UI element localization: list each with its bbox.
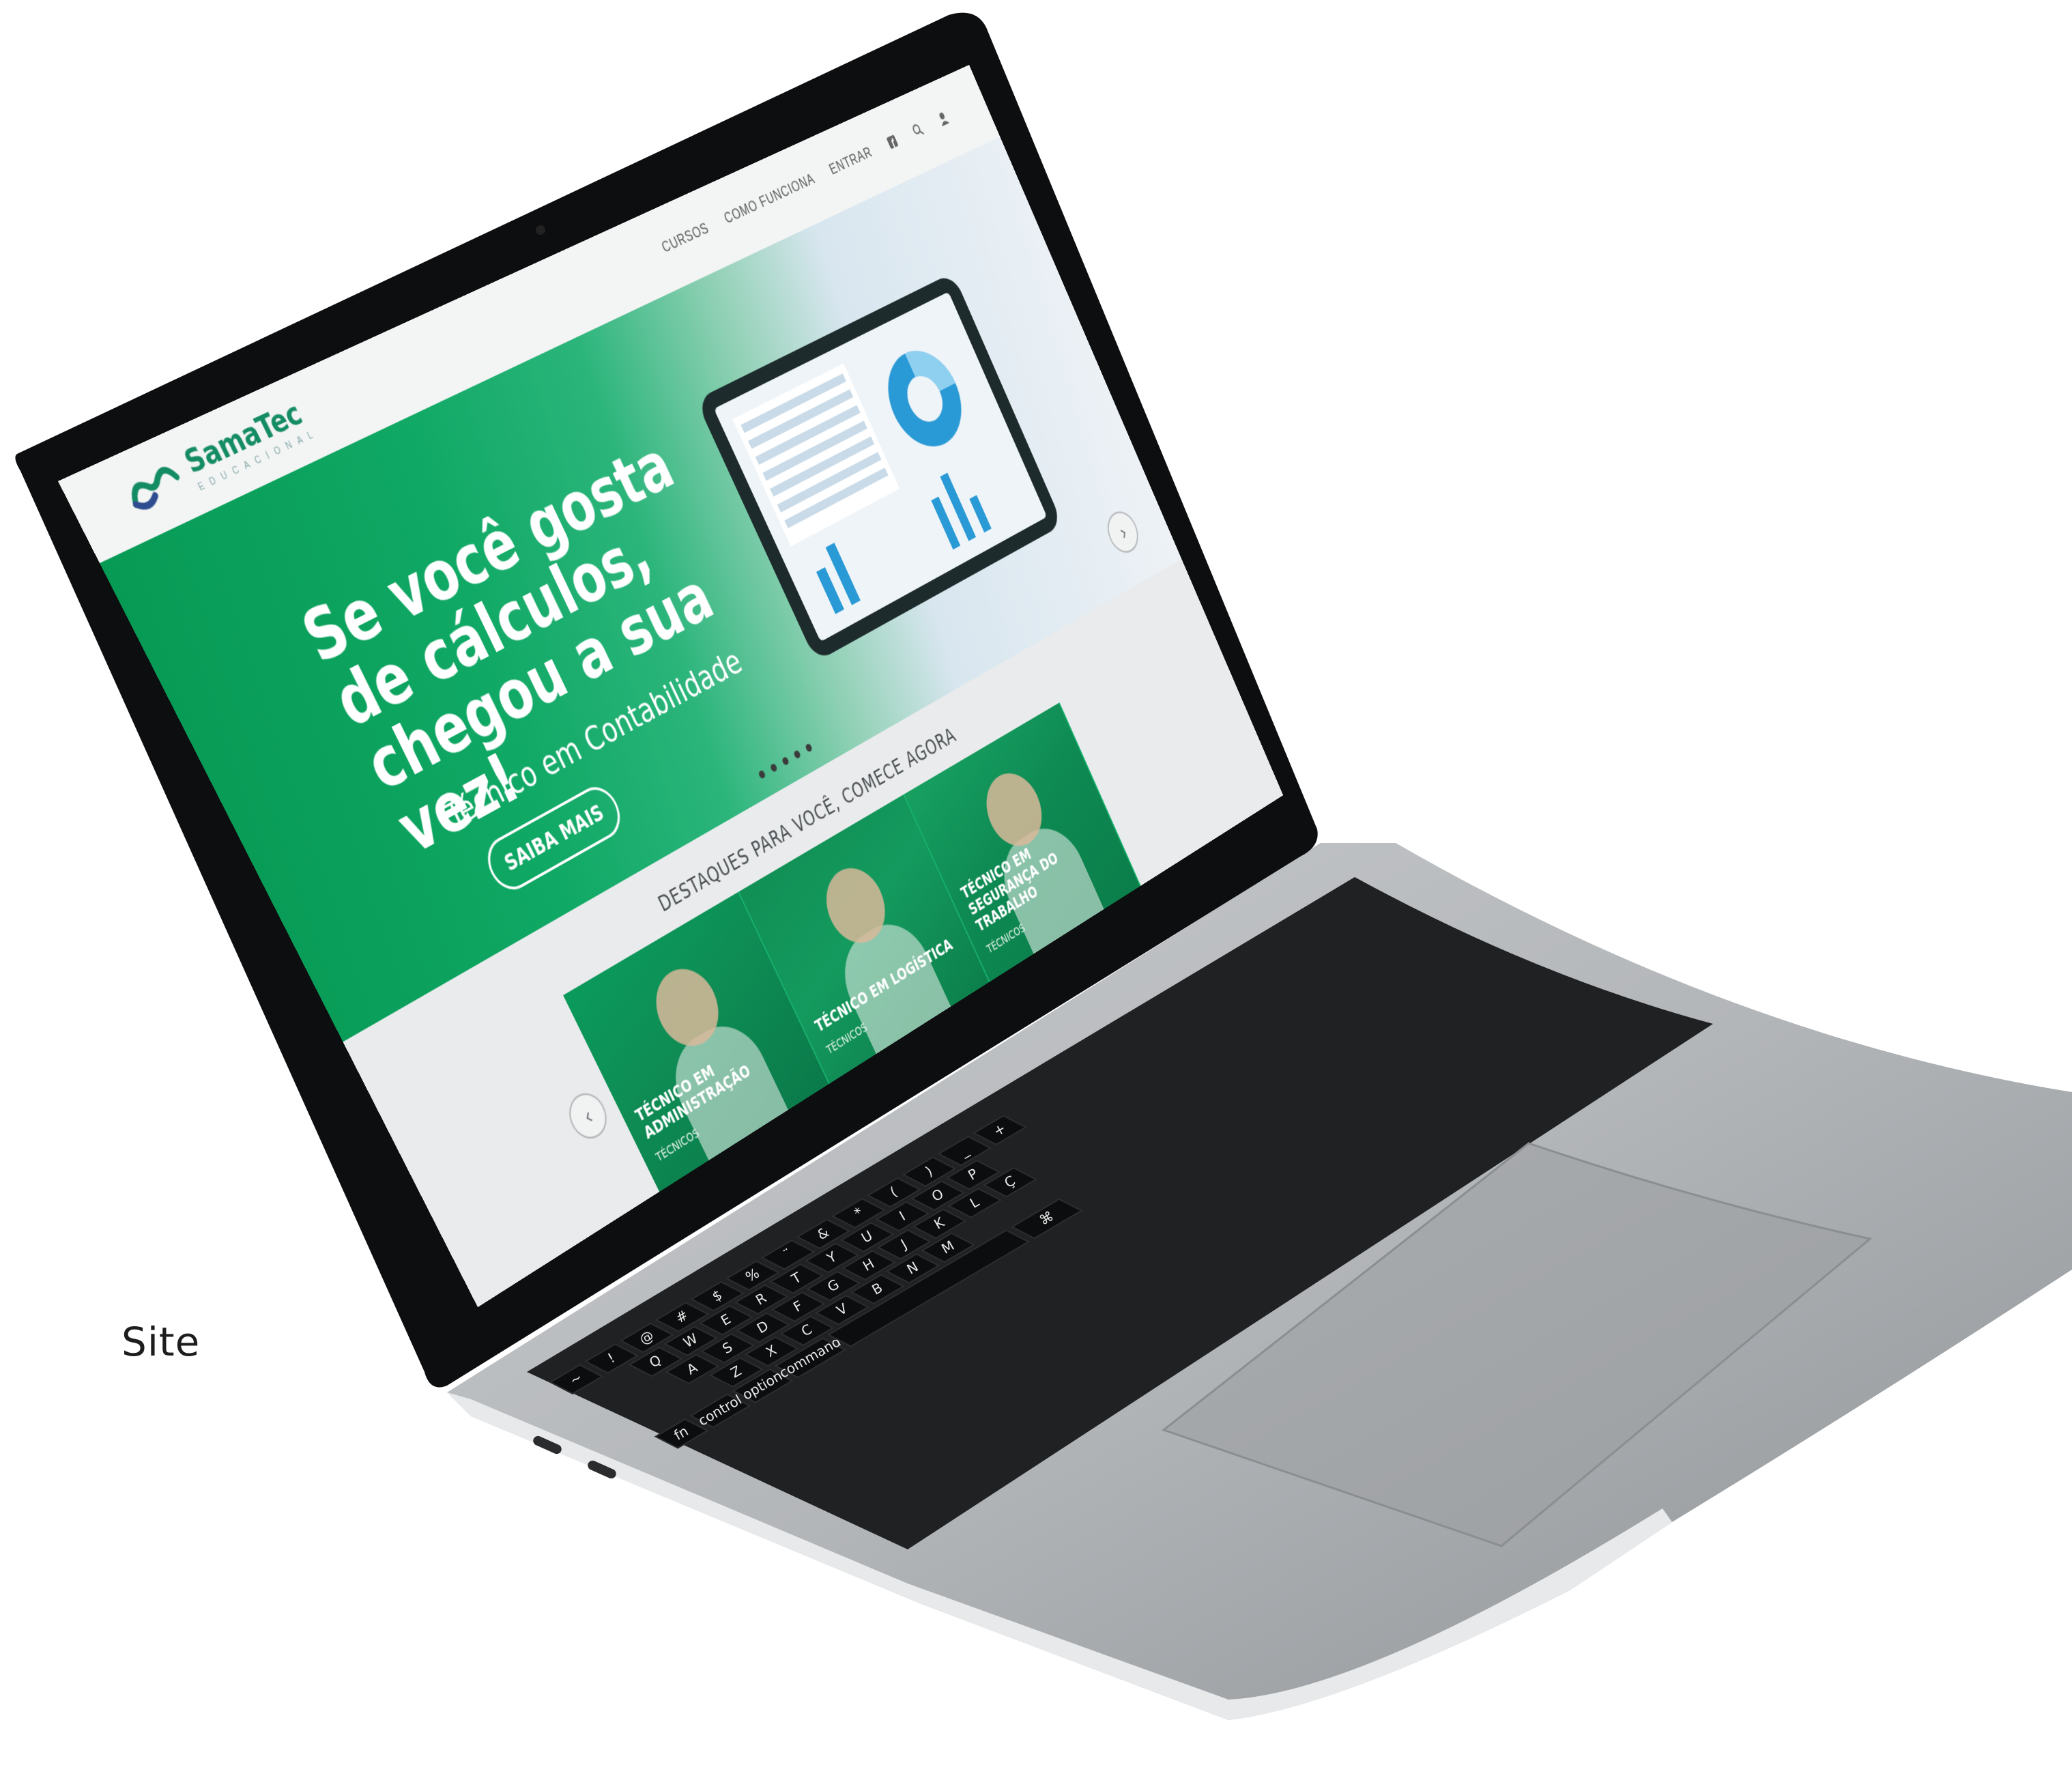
mockup-stage: ~! @ # $% ¨ & *() _ + Q W E R T Y U I O P A S D F G H J K L Ç Z X C V B N M… bbox=[0, 0, 2072, 1776]
slider-dot[interactable] bbox=[792, 749, 801, 760]
mockup-caption: Site bbox=[121, 1319, 201, 1365]
search-icon[interactable] bbox=[910, 121, 925, 139]
webcam bbox=[536, 225, 545, 235]
chevron-left-icon: ‹ bbox=[579, 1102, 596, 1129]
chevron-right-icon: › bbox=[1115, 519, 1130, 545]
menu-item-cursos[interactable]: CURSOS bbox=[659, 219, 712, 257]
menu-item-como-funciona[interactable]: COMO FUNCIONA bbox=[721, 170, 818, 227]
slider-dot[interactable] bbox=[781, 756, 790, 767]
slider-dot[interactable] bbox=[804, 743, 813, 753]
hero-headline: Se você gosta de cálculos, chegou a sua … bbox=[291, 391, 843, 870]
logo-mark-icon bbox=[118, 455, 191, 520]
cards-prev-button[interactable]: ‹ bbox=[562, 1085, 614, 1146]
menu-item-entrar[interactable]: ENTRAR bbox=[827, 143, 875, 178]
slider-dot[interactable] bbox=[757, 769, 766, 780]
slider-dot[interactable] bbox=[769, 762, 778, 773]
facebook-icon[interactable] bbox=[884, 132, 900, 151]
user-icon[interactable] bbox=[935, 109, 951, 128]
